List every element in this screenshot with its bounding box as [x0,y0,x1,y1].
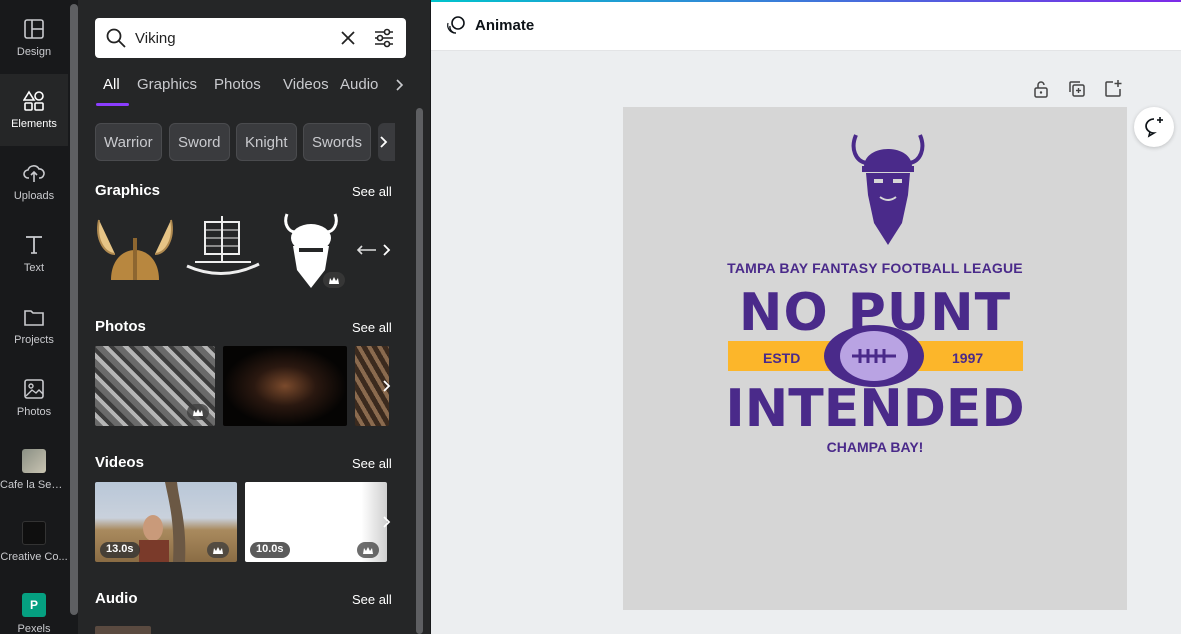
filter-tabs: All Graphics Photos Videos Audio [95,70,415,106]
add-page-icon[interactable] [1103,79,1123,99]
app-thumbnail [22,449,46,473]
left-rail: Design Elements Uploads Text Projects Ph… [0,0,70,634]
chevron-right-icon [380,136,388,148]
chip-swords[interactable]: Swords [303,123,372,161]
videos-next-button[interactable] [378,511,396,533]
folder-icon [24,310,44,326]
graphics-next-button[interactable] [378,239,396,261]
rail-label-elements: Elements [11,118,57,130]
graphic-viking-ship[interactable] [181,210,265,286]
rail-scrollbar[interactable] [70,4,78,615]
animate-button[interactable]: Animate [445,14,534,36]
chevron-right-icon [383,516,391,528]
see-all-videos[interactable]: See all [352,456,392,471]
tab-audio[interactable]: Audio [340,76,378,93]
see-all-graphics[interactable]: See all [352,184,392,199]
canvas-workspace: TAMPA BAY FANTASY FOOTBALL LEAGUE NO PUN… [431,51,1181,634]
photo-viking-warrior[interactable] [223,346,347,426]
text-icon [26,236,42,254]
see-all-photos[interactable]: See all [352,320,392,335]
close-icon[interactable] [339,29,357,47]
rail-item-design[interactable]: Design [0,2,68,74]
header-gradient-strip [431,0,1181,2]
premium-crown-icon [323,272,345,288]
section-title-audio: Audio [95,590,138,607]
animate-label: Animate [475,16,535,34]
graphic-viking-helmet[interactable] [95,210,175,286]
shapes-icon [23,90,44,111]
tab-all[interactable]: All [103,76,120,93]
rail-item-cafe[interactable]: Cafe la Sem... [0,434,68,506]
chips-next-button[interactable] [378,123,395,161]
search-input[interactable] [135,18,325,58]
rail-label-design: Design [16,46,52,58]
graphic-arrow-partial[interactable] [356,240,376,260]
rail-item-uploads[interactable]: Uploads [0,146,68,218]
layout-icon [24,19,44,39]
comment-plus-icon [1145,117,1163,138]
video-viking-field[interactable]: 13.0s [95,482,237,562]
viking-logo-graphic [851,134,925,245]
chip-knight[interactable]: Knight [236,123,297,161]
section-title-graphics: Graphics [95,182,161,199]
editor-toolbar: Animate [431,0,1181,51]
tab-videos[interactable]: Videos [283,76,329,93]
premium-crown-icon [207,542,229,558]
filter-sliders-icon[interactable] [373,27,395,49]
elements-panel: All Graphics Photos Videos Audio Warrior… [78,0,430,634]
rail-item-photos[interactable]: Photos [0,362,68,434]
chevron-right-icon [383,244,391,256]
photos-next-button[interactable] [378,375,396,397]
pexels-logo: P [22,593,46,617]
rail-item-creative[interactable]: Creative Co... [0,506,68,578]
lock-icon[interactable] [1031,79,1051,99]
rail-label-uploads: Uploads [13,190,55,202]
photo-viking-carving[interactable] [95,346,215,426]
premium-crown-icon [357,542,379,558]
graphic-viking-head[interactable] [275,208,347,290]
search-bar [95,18,406,58]
cloud-upload-icon [23,165,45,182]
tab-photos[interactable]: Photos [214,76,261,93]
chip-sword[interactable]: Sword [169,123,230,161]
design-estd-text: ESTD [763,350,801,366]
chip-warrior[interactable]: Warrior [95,123,162,161]
rail-item-projects[interactable]: Projects [0,290,68,362]
rail-label-cafe: Cafe la Sem... [0,479,68,491]
suggestion-chips: Warrior Sword Knight Swords [95,123,395,161]
duration-badge: 13.0s [100,542,140,558]
animate-icon [447,16,465,34]
image-icon [24,379,44,399]
design-league-text: TAMPA BAY FANTASY FOOTBALL LEAGUE [727,260,1023,276]
design-tagline-text: CHAMPA BAY! [826,439,924,455]
rail-label-photos: Photos [16,406,52,418]
chevron-right-icon [383,380,391,392]
audio-track-thumbnail[interactable] [95,626,151,634]
rail-item-pexels[interactable]: P Pexels [0,578,68,634]
tab-graphics[interactable]: Graphics [137,76,197,93]
duplicate-page-icon[interactable] [1067,79,1087,99]
design-year-text: 1997 [952,350,984,366]
rail-label-pexels: Pexels [17,623,51,634]
panel-scrollbar[interactable] [416,108,423,634]
active-tab-indicator [96,103,129,106]
section-title-photos: Photos [95,318,146,335]
design-headline-line2: INTENDED [725,379,1025,439]
add-comment-button[interactable] [1134,107,1174,147]
app-thumbnail [22,521,46,545]
rail-label-creative: Creative Co... [0,551,68,563]
chevron-right-icon[interactable] [394,77,406,93]
rail-label-text: Text [23,262,45,274]
search-icon [106,28,126,48]
section-title-videos: Videos [95,454,144,471]
see-all-audio[interactable]: See all [352,592,392,607]
premium-crown-icon [187,404,209,420]
duration-badge: 10.0s [250,542,290,558]
rail-item-text[interactable]: Text [0,218,68,290]
video-white-clip[interactable]: 10.0s [245,482,387,562]
rail-label-projects: Projects [14,334,54,346]
design-page[interactable]: TAMPA BAY FANTASY FOOTBALL LEAGUE NO PUN… [623,107,1127,610]
rail-item-elements[interactable]: Elements [0,74,68,146]
